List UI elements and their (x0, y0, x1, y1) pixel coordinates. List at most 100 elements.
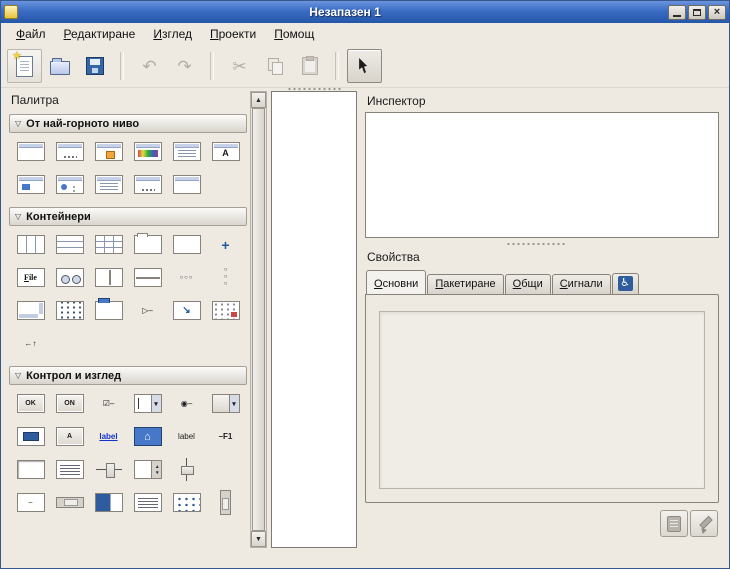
palette-item-vscrollbar[interactable] (220, 490, 231, 515)
palette-item-link-button[interactable]: label (95, 427, 123, 446)
palette-item-vbuttonbox[interactable]: ○○○ (220, 266, 231, 289)
palette-item-radio-button[interactable]: ◉– (173, 394, 201, 413)
palette-item-about-dialog[interactable] (95, 142, 123, 161)
scroll-down-button[interactable]: ▼ (251, 531, 266, 547)
redo-button[interactable]: ↷ (167, 49, 202, 83)
tab-signals[interactable]: Сигнали (552, 274, 611, 294)
scroll-up-button[interactable]: ▲ (251, 92, 266, 108)
palette-item-font-button[interactable]: ⌂ (134, 427, 162, 446)
edit-button[interactable] (690, 510, 718, 537)
palette-item-hbuttonbox[interactable]: ○○○ (173, 268, 201, 287)
palette-item-scrolled-window[interactable] (17, 301, 45, 320)
palette-item-fixed[interactable] (173, 235, 201, 254)
minimize-button[interactable] (668, 5, 686, 20)
palette-item-tooltips[interactable]: –F1 (212, 427, 240, 446)
palette-grid: OK ON ☑– ◉– Alabel ⌂ label –F1 – (9, 385, 247, 522)
palette-item-vpaned[interactable] (134, 268, 162, 287)
tab-accessibility[interactable]: ♿ (612, 273, 639, 294)
palette-item-icon-view[interactable] (173, 493, 201, 512)
palette-item-color-button[interactable] (17, 427, 45, 446)
palette-item-viewport[interactable] (212, 301, 240, 320)
expander-icon: ▽ (15, 371, 21, 380)
palette-item-recent-chooser-dialog[interactable] (134, 175, 162, 194)
palette-item-table[interactable] (95, 235, 123, 254)
cut-scissors-icon: ✂ (232, 58, 246, 75)
palette-item-tree-view[interactable] (134, 493, 162, 512)
selector-button[interactable] (347, 49, 382, 83)
palette-item-toggle-button[interactable]: ON (56, 394, 84, 413)
palette-item-accel-label[interactable]: A (56, 427, 84, 446)
palette-item-window[interactable] (17, 142, 45, 161)
palette-item-hscrollbar[interactable] (56, 497, 84, 508)
palette-item-layout[interactable]: ↘ (173, 301, 201, 320)
palette-item-input-dialog[interactable] (17, 175, 45, 194)
palette-item-spin-button[interactable] (134, 460, 162, 479)
palette-item-popup-window[interactable] (173, 175, 201, 194)
inspector-tree[interactable] (365, 112, 719, 238)
palette-item-combo-box[interactable] (212, 394, 240, 413)
design-canvas[interactable] (271, 91, 357, 548)
copy-button[interactable] (257, 49, 292, 83)
palette-section-header[interactable]: ▽Контейнери (9, 207, 247, 226)
new-button[interactable] (7, 49, 42, 83)
palette-item-notebook[interactable] (95, 301, 123, 320)
palette-item-frame[interactable] (134, 235, 162, 254)
palette-section-label: Контрол и изглед (26, 370, 121, 382)
close-button[interactable]: × (708, 5, 726, 20)
palette-item-message-dialog[interactable] (56, 175, 84, 194)
paste-button[interactable] (292, 49, 327, 83)
properties-notebook (365, 294, 719, 503)
cut-button[interactable]: ✂ (222, 49, 257, 83)
palette-section-header[interactable]: ▽ Контрол и изглед (9, 366, 247, 385)
maximize-button[interactable] (688, 5, 706, 20)
palette-item-alignment[interactable]: + (212, 235, 240, 254)
palette-item-menubar[interactable]: File (17, 268, 45, 287)
palette-item-entry[interactable] (17, 460, 45, 479)
palette-item-event-box[interactable] (56, 301, 84, 320)
palette-item-vbox[interactable] (56, 235, 84, 254)
palette-item-handle-box[interactable]: ←↑ (17, 334, 45, 353)
palette-item-assistant[interactable] (95, 175, 123, 194)
copy-icon (267, 58, 283, 74)
tab-common[interactable]: Общи (505, 274, 551, 294)
tab-packing[interactable]: Пакетиране (427, 274, 503, 294)
palette-item-label[interactable]: label (173, 427, 201, 446)
toolbar-separator (120, 52, 124, 80)
palette-scrollbar[interactable]: ▲ ▼ (250, 91, 267, 548)
menu-file[interactable]: Файл (7, 24, 55, 44)
menu-projects[interactable]: Проекти (201, 24, 265, 44)
pane-handle[interactable] (506, 242, 566, 246)
palette-item-hscale[interactable] (95, 460, 123, 479)
palette-title: Палитра (9, 91, 247, 114)
palette-item-color-selection-dialog[interactable] (134, 142, 162, 161)
scrollbar-thumb[interactable] (252, 108, 265, 531)
palette-item-hpaned[interactable] (95, 268, 123, 287)
palette-item-image[interactable]: – (17, 493, 45, 512)
tab-general[interactable]: Основни (366, 270, 426, 295)
palette-item-text-view[interactable] (56, 460, 84, 479)
menu-view[interactable]: Изглед (144, 24, 201, 44)
palette-item-toolbar[interactable] (56, 268, 84, 287)
palette-item-progress-bar[interactable] (95, 493, 123, 512)
expander-icon: ▽ (15, 212, 21, 221)
palette-section: ▽Контейнери + File ○○○ ○○○ ▷– ↘ ←↑ (9, 207, 247, 363)
palette-item-expander[interactable]: ▷– (134, 301, 162, 320)
palette-section-header[interactable]: ▽От най-горното ниво (9, 114, 247, 133)
palette-item-hbox[interactable] (17, 235, 45, 254)
undo-button[interactable]: ↶ (132, 49, 167, 83)
palette-item-combo-box-entry[interactable] (134, 394, 162, 413)
documentation-button[interactable] (660, 510, 688, 537)
menu-edit[interactable]: Редактиране (55, 24, 145, 44)
palette-item-file-chooser-dialog[interactable] (173, 142, 201, 161)
palette-grid: A (9, 133, 247, 204)
menu-help[interactable]: Помощ (265, 24, 323, 44)
palette-item-button[interactable]: OK (17, 394, 45, 413)
palette-item-check-button[interactable]: ☑– (95, 394, 123, 413)
save-button[interactable] (77, 49, 112, 83)
palette-item-dialog[interactable] (56, 142, 84, 161)
palette-item-font-selection-dialog[interactable]: A (212, 142, 240, 161)
minimize-icon (673, 15, 681, 17)
properties-content (379, 311, 705, 489)
palette-item-vscale[interactable] (181, 457, 193, 482)
open-button[interactable] (42, 49, 77, 83)
